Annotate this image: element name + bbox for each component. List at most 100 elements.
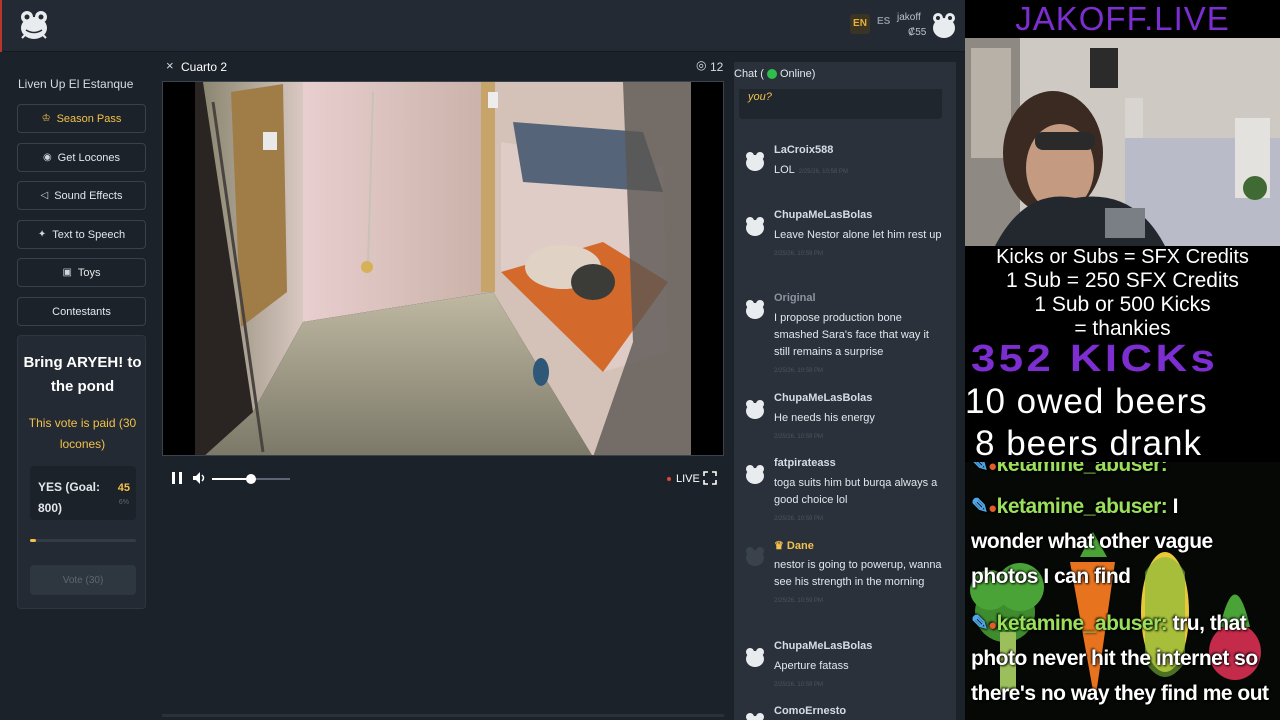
chat-username-row: ♛ Dane <box>774 539 814 552</box>
chat-message-text: I propose production bone smashed Sara's… <box>774 310 946 380</box>
sound-effects-button[interactable]: ◁ Sound Effects <box>17 181 146 210</box>
chat-message-timestamp: 2/25/26, 10:59 PM <box>774 368 824 374</box>
overlay-chat: ✎●ketamine_abuser: ✎●ketamine_abuser: Iwo… <box>965 462 1280 720</box>
chat-message-text: Leave Nestor alone let him rest up 2/25/2… <box>774 227 946 263</box>
chat-username[interactable]: ChupaMeLasBolas <box>774 640 872 652</box>
chat-previous-message: you? <box>739 89 942 119</box>
pause-icon[interactable] <box>170 470 184 486</box>
frog-logo-icon[interactable] <box>18 8 50 42</box>
video-header: × Cuarto 2 ◎ 12 <box>162 56 724 80</box>
contestants-button[interactable]: Contestants <box>17 297 146 326</box>
chat-username[interactable]: ChupaMeLasBolas <box>774 209 872 221</box>
chat-message-text: He needs his energy 2/25/26, 10:59 PM <box>774 410 946 446</box>
overlay-info-line-3: 1 Sub or 500 Kicks <box>1034 293 1211 316</box>
fullscreen-icon[interactable] <box>703 471 717 485</box>
vote-percent: 6% <box>118 499 129 506</box>
chat-username[interactable]: Dane <box>787 540 814 552</box>
chat-previous-text: you? <box>748 91 772 103</box>
chat-message-timestamp: 2/25/26, 10:59 PM <box>774 251 824 257</box>
camera-feed-image <box>163 82 723 455</box>
user-name[interactable]: jakoff <box>897 12 921 23</box>
volume-icon[interactable] <box>191 470 207 486</box>
chat-message-text: Aperture fatass 2/25/26, 10:59 PM <box>774 658 946 694</box>
user-avatar-icon[interactable] <box>744 711 766 720</box>
live-indicator-dot <box>667 477 671 481</box>
chat-message-timestamp: 2/25/26, 10:59 PM <box>774 516 824 522</box>
video-bottom-divider <box>162 714 724 717</box>
chat-message-timestamp: 2/25/26, 10:59 PM <box>774 598 824 604</box>
user-avatar-icon[interactable] <box>744 463 766 485</box>
sidebar: Liven Up El Estanque ♔ Season Pass ◉ Get… <box>0 53 160 720</box>
overlay-chat-text: I <box>1167 495 1179 518</box>
video-player[interactable] <box>162 81 724 456</box>
user-avatar-icon[interactable] <box>931 10 957 40</box>
chat-username[interactable]: ChupaMeLasBolas <box>774 392 872 404</box>
contestants-label: Contestants <box>52 305 111 318</box>
get-locones-button[interactable]: ◉ Get Locones <box>17 143 146 172</box>
chat-message-text: LOL 2/25/26, 10:58 PM <box>774 162 946 181</box>
user-avatar-icon[interactable] <box>744 398 766 420</box>
language-en-button[interactable]: EN <box>850 14 870 34</box>
app-window: EN ES jakoff ₡55 Liven Up El Estanque ♔ … <box>0 0 965 720</box>
subscriber-badge-icon: ● <box>988 617 997 634</box>
gift-icon: ▣ <box>62 267 72 278</box>
chat-panel: Chat ( Online) you? LaCroix588 LOL 2/25/26… <box>734 62 956 720</box>
close-icon[interactable]: × <box>166 58 174 73</box>
user-avatar-icon[interactable] <box>744 298 766 320</box>
user-avatar-icon[interactable] <box>744 150 766 172</box>
volume-slider-handle[interactable] <box>246 474 256 484</box>
overlay-chat-username: ketamine_abuser: <box>996 495 1168 518</box>
chat-username[interactable]: fatpirateass <box>774 457 836 469</box>
sound-effects-label: Sound Effects <box>54 189 123 202</box>
eye-icon: ◎ <box>696 58 707 72</box>
webcam-image <box>965 38 1280 246</box>
moderator-badge-icon: ✎ <box>971 462 989 476</box>
moderator-badge-icon: ✎ <box>971 612 989 635</box>
season-pass-button[interactable]: ♔ Season Pass <box>17 104 146 133</box>
vote-card: Bring ARYEH! to the pond This vote is pa… <box>17 335 146 609</box>
vote-option-yes[interactable]: YES (Goal: 800) 45 6% <box>30 466 136 520</box>
chat-status-label: Online) <box>779 68 816 80</box>
overlay-chat-text: photos I can find <box>971 565 1131 588</box>
chat-message-body: LOL <box>774 164 795 176</box>
toys-button[interactable]: ▣ Toys <box>17 258 146 287</box>
online-status-icon <box>766 69 777 79</box>
chat-message-body: toga suits him but burqa always a good c… <box>774 477 938 506</box>
overlay-chat-text: photo never hit the internet so <box>971 647 1258 670</box>
stream-overlay: JAKOFF.LIVE Kicks or Subs = SFX Credits … <box>965 0 1280 720</box>
moderator-badge-icon: ✎ <box>971 495 989 518</box>
vote-button[interactable]: Vote (30) <box>30 565 136 595</box>
overlay-chat-line: ✎●ketamine_abuser: tru, that <box>971 611 1247 636</box>
user-avatar-icon[interactable] <box>744 646 766 668</box>
season-pass-label: Season Pass <box>56 112 122 125</box>
subscriber-badge-icon: ● <box>988 462 997 475</box>
subscriber-badge-icon: ● <box>988 500 997 517</box>
overlay-chat-text: wonder what other vague <box>971 530 1213 553</box>
user-avatar-icon[interactable] <box>744 545 766 567</box>
vote-count: 45 <box>117 482 130 494</box>
vote-progress-fill <box>30 539 37 542</box>
overlay-chat-line: wonder what other vague <box>971 530 1213 554</box>
coin-icon: ◉ <box>42 152 52 163</box>
vote-title: Bring ARYEH! to the pond <box>23 354 142 395</box>
chat-message-timestamp: 2/25/26, 10:59 PM <box>774 434 824 440</box>
chat-username[interactable]: LaCroix588 <box>774 144 833 156</box>
chat-message-timestamp: 2/25/26, 10:59 PM <box>774 682 824 688</box>
sparkle-icon: ✦ <box>37 229 47 240</box>
overlay-info-line-2: 1 Sub = 250 SFX Credits <box>1006 269 1239 292</box>
overlay-info-line-1: Kicks or Subs = SFX Credits <box>996 246 1249 268</box>
chat-username[interactable]: Original <box>774 292 816 304</box>
chat-message-body: I propose production bone smashed Sara's… <box>774 312 929 358</box>
vote-option-label: YES (Goal: 800) <box>38 480 101 515</box>
video-title: Cuarto 2 <box>181 60 228 74</box>
chat-username[interactable]: ComoErnesto <box>774 705 846 717</box>
text-to-speech-button[interactable]: ✦ Text to Speech <box>17 220 146 249</box>
top-bar: EN ES jakoff ₡55 <box>0 0 965 52</box>
language-es-button[interactable]: ES <box>877 16 890 27</box>
accent-line <box>0 0 2 52</box>
overlay-site-title: JAKOFF.LIVE <box>1015 0 1230 37</box>
chat-message-body: nestor is going to powerup, wanna see hi… <box>774 559 942 588</box>
user-avatar-icon[interactable] <box>744 215 766 237</box>
overlay-beers-owed: 10 owed beers <box>965 382 1208 421</box>
overlay-chat-username: ketamine_abuser: <box>996 462 1168 476</box>
